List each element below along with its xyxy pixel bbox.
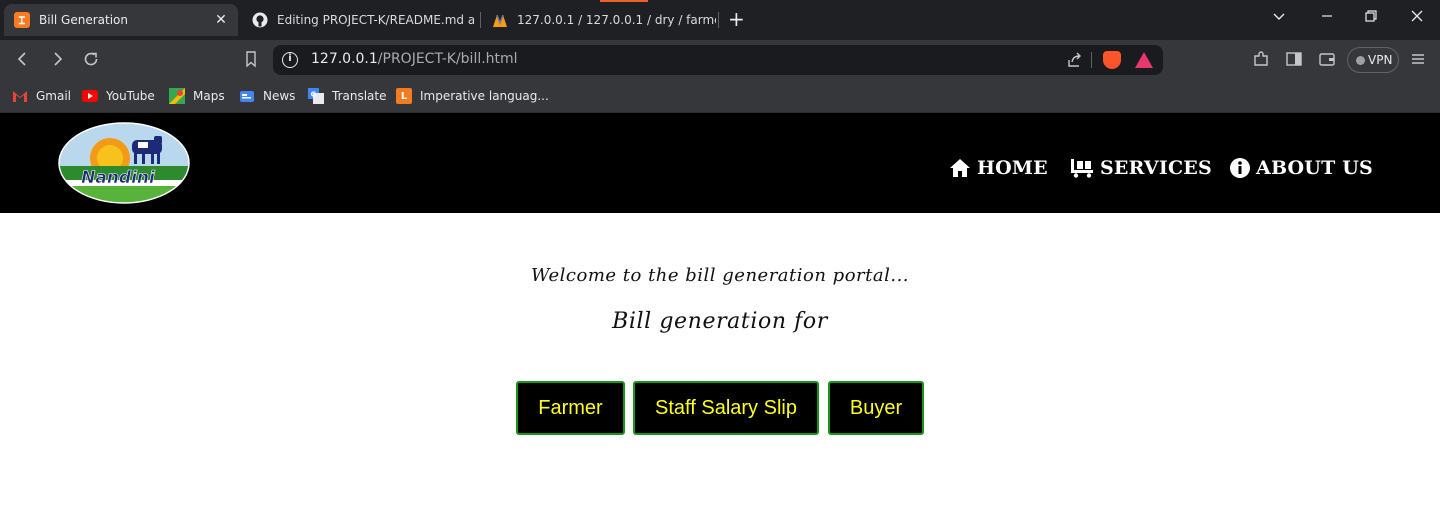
svg-text:Ꮖ: Ꮖ xyxy=(19,15,26,27)
tab-search-chevron-icon[interactable] xyxy=(1272,9,1286,27)
brave-rewards-icon[interactable] xyxy=(1135,52,1153,68)
maps-icon xyxy=(169,88,185,104)
reload-icon[interactable] xyxy=(82,50,100,73)
tab-phpmyadmin[interactable]: 127.0.0.1 / 127.0.0.1 / dry / farmer | p xyxy=(484,4,716,36)
vpn-status-icon xyxy=(1356,56,1365,65)
address-bar[interactable]: i 127.0.0.1/PROJECT-K/bill.html xyxy=(273,45,1163,75)
bookmark-label: News xyxy=(263,89,296,103)
bookmark-maps[interactable]: Maps xyxy=(169,86,225,106)
back-icon[interactable] xyxy=(14,50,32,73)
tab-title: 127.0.0.1 / 127.0.0.1 / dry / farmer | p xyxy=(517,13,716,27)
vpn-label: VPN xyxy=(1368,53,1393,67)
share-icon[interactable] xyxy=(1066,51,1084,73)
tab-bill-generation[interactable]: Ꮖ Bill Generation ✕ xyxy=(4,4,238,36)
youtube-icon xyxy=(82,88,98,104)
minimize-icon[interactable] xyxy=(1320,9,1334,27)
nav-services[interactable]: SERVICES xyxy=(1070,157,1212,179)
bookmark-label: Gmail xyxy=(36,89,72,103)
tab-title: Bill Generation xyxy=(39,13,128,27)
info-icon xyxy=(1230,158,1250,178)
menu-icon[interactable] xyxy=(1409,50,1427,73)
bookmark-icon[interactable] xyxy=(242,50,260,73)
bookmarks-bar: Gmail YouTube Maps News G Translate L Im… xyxy=(0,80,1440,113)
nav-home[interactable]: HOME xyxy=(949,157,1048,179)
bookmark-label: Maps xyxy=(193,89,225,103)
close-tab-icon[interactable]: ✕ xyxy=(210,12,232,28)
url-host: 127.0.0.1 xyxy=(311,51,378,67)
site-header: Nandini HOME SERVICES ABOUT US xyxy=(0,113,1440,213)
brave-shields-icon[interactable] xyxy=(1103,51,1121,69)
browser-tab-strip: Ꮖ Bill Generation ✕ Editing PROJECT-K/RE… xyxy=(0,0,1440,40)
staff-salary-slip-button[interactable]: Staff Salary Slip xyxy=(633,381,819,435)
phpmyadmin-icon xyxy=(492,12,508,28)
nav-about-label: ABOUT US xyxy=(1256,157,1373,179)
logo-wordmark: Nandini xyxy=(81,168,156,188)
imperative-icon: L xyxy=(396,88,412,104)
bookmark-gmail[interactable]: Gmail xyxy=(12,86,71,106)
home-icon xyxy=(949,158,971,178)
tab-title: Editing PROJECT-K/README.md at m xyxy=(277,13,474,27)
tab-loading-indicator xyxy=(600,0,648,2)
bookmark-label: Imperative languag... xyxy=(420,89,549,103)
tab-separator xyxy=(480,12,481,28)
xampp-icon: Ꮖ xyxy=(14,12,30,28)
translate-icon: G xyxy=(308,88,324,104)
window-close-icon[interactable] xyxy=(1410,9,1424,27)
nav-about[interactable]: ABOUT US xyxy=(1230,157,1373,179)
wallet-icon[interactable] xyxy=(1318,50,1336,73)
forward-icon[interactable] xyxy=(48,50,66,73)
omnibox-separator xyxy=(1091,52,1092,68)
bookmark-youtube[interactable]: YouTube xyxy=(82,86,155,106)
sidebar-icon[interactable] xyxy=(1285,50,1303,73)
tab-separator xyxy=(718,12,719,28)
truck-icon xyxy=(1070,158,1094,178)
farmer-button[interactable]: Farmer xyxy=(516,381,625,435)
restore-icon[interactable] xyxy=(1364,9,1378,27)
news-icon xyxy=(239,88,255,104)
url-path: /PROJECT-K/bill.html xyxy=(377,51,518,67)
bookmark-news[interactable]: News xyxy=(239,86,295,106)
nav-services-label: SERVICES xyxy=(1100,157,1212,179)
bookmark-imperative[interactable]: L Imperative languag... xyxy=(396,86,549,106)
bookmark-label: YouTube xyxy=(106,89,155,103)
new-tab-button[interactable]: + xyxy=(728,9,745,29)
vpn-button[interactable]: VPN xyxy=(1347,47,1399,73)
url-text: 127.0.0.1/PROJECT-K/bill.html xyxy=(311,51,518,67)
bookmark-label: Translate xyxy=(332,89,387,103)
welcome-text: Welcome to the bill generation portal... xyxy=(530,265,910,286)
nav-home-label: HOME xyxy=(977,157,1048,179)
gmail-icon xyxy=(12,88,28,104)
bookmark-translate[interactable]: G Translate xyxy=(308,86,387,106)
nandini-logo[interactable]: Nandini xyxy=(58,122,190,204)
site-info-icon[interactable]: i xyxy=(282,52,298,68)
tab-github-readme[interactable]: Editing PROJECT-K/README.md at m xyxy=(244,4,474,36)
extensions-icon[interactable] xyxy=(1252,50,1270,73)
svg-text:G: G xyxy=(311,91,317,99)
bill-generation-heading: Bill generation for xyxy=(612,309,828,334)
buyer-button[interactable]: Buyer xyxy=(828,381,924,435)
github-icon xyxy=(252,12,268,28)
